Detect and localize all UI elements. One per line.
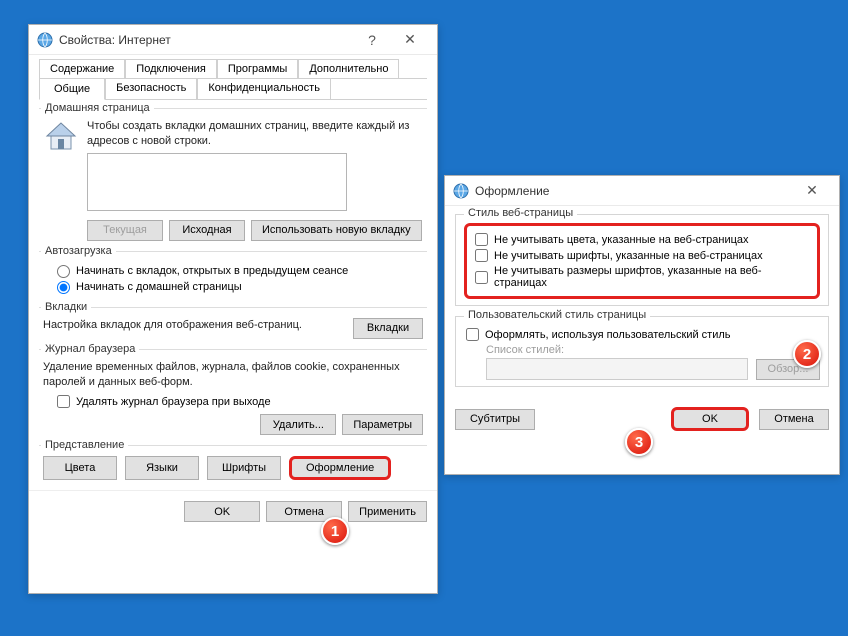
checkbox-ignore-colors[interactable] xyxy=(475,233,488,246)
languages-button[interactable]: Языки xyxy=(125,456,199,480)
tab-connections[interactable]: Подключения xyxy=(125,59,217,78)
fonts-button[interactable]: Шрифты xyxy=(207,456,281,480)
window-title: Оформление xyxy=(475,184,549,198)
history-delete-on-exit[interactable]: Удалять журнал браузера при выходе xyxy=(57,395,423,408)
tab-security[interactable]: Безопасность xyxy=(105,78,197,99)
history-delete-button[interactable]: Удалить... xyxy=(260,414,336,435)
marker-1: 1 xyxy=(321,517,349,545)
tabs-settings-button[interactable]: Вкладки xyxy=(353,318,423,339)
subtitles-button[interactable]: Субтитры xyxy=(455,409,535,430)
radio-homepage[interactable] xyxy=(57,281,70,294)
radio-lastsession[interactable] xyxy=(57,265,70,278)
close-button[interactable]: ✕ xyxy=(391,26,429,54)
use-user-style-row[interactable]: Оформлять, используя пользовательский ст… xyxy=(466,328,820,341)
checkbox-ignore-colors-label: Не учитывать цвета, указанные на веб-стр… xyxy=(494,234,749,246)
autoload-group: Автозагрузка Начинать с вкладок, открыты… xyxy=(39,251,427,299)
checkbox-delete-on-exit[interactable] xyxy=(57,395,70,408)
home-icon xyxy=(43,119,79,214)
style-list-input xyxy=(486,358,748,380)
checkbox-ignore-font-sizes[interactable] xyxy=(475,271,488,284)
tab-programs[interactable]: Программы xyxy=(217,59,298,78)
style-list-label: Список стилей: xyxy=(486,344,820,356)
homepage-group: Домашняя страница Чтобы создать вкладки … xyxy=(39,108,427,243)
ignore-font-sizes-row[interactable]: Не учитывать размеры шрифтов, указанные … xyxy=(475,265,811,289)
accessibility-button[interactable]: Оформление xyxy=(289,456,391,480)
ignore-colors-row[interactable]: Не учитывать цвета, указанные на веб-стр… xyxy=(475,233,811,246)
colors-button[interactable]: Цвета xyxy=(43,456,117,480)
homepage-newtab-button[interactable]: Использовать новую вкладку xyxy=(251,220,422,241)
tab-row-1: Содержание Подключения Программы Дополни… xyxy=(39,59,427,79)
titlebar: Свойства: Интернет ? ✕ xyxy=(29,25,437,55)
window-body: Содержание Подключения Программы Дополни… xyxy=(29,55,437,490)
radio-lastsession-label: Начинать с вкладок, открытых в предыдуще… xyxy=(76,265,348,277)
tabs-text: Настройка вкладок для отображения веб-ст… xyxy=(43,318,343,333)
checkbox-ignore-fonts-label: Не учитывать шрифты, указанные на веб-ст… xyxy=(494,250,763,262)
checkbox-ignore-font-sizes-label: Не учитывать размеры шрифтов, указанные … xyxy=(494,265,811,289)
dialog-footer: OK Отмена Применить xyxy=(29,490,437,532)
presentation-group: Представление Цвета Языки Шрифты Оформле… xyxy=(39,445,427,482)
tab-privacy[interactable]: Конфиденциальность xyxy=(197,78,331,99)
globe-icon xyxy=(37,32,53,48)
presentation-title: Представление xyxy=(41,439,128,451)
homepage-current-button[interactable]: Текущая xyxy=(87,220,163,241)
help-button[interactable]: ? xyxy=(353,26,391,54)
tabs-group: Вкладки Настройка вкладок для отображени… xyxy=(39,307,427,341)
autoload-radio-lastsession[interactable]: Начинать с вкладок, открытых в предыдуще… xyxy=(57,265,423,278)
homepage-default-button[interactable]: Исходная xyxy=(169,220,245,241)
tab-general[interactable]: Общие xyxy=(39,78,105,100)
titlebar: Оформление ✕ xyxy=(445,176,839,206)
checkbox-delete-on-exit-label: Удалять журнал браузера при выходе xyxy=(76,396,271,408)
history-text: Удаление временных файлов, журнала, файл… xyxy=(43,360,423,390)
tab-row-2: Общие Безопасность Конфиденциальность xyxy=(39,78,427,100)
checkbox-ignore-fonts[interactable] xyxy=(475,249,488,262)
user-style-fieldset: Пользовательский стиль страницы Оформлят… xyxy=(455,316,829,387)
history-title: Журнал браузера xyxy=(41,343,139,355)
ignore-fonts-row[interactable]: Не учитывать шрифты, указанные на веб-ст… xyxy=(475,249,811,262)
globe-icon xyxy=(453,183,469,199)
tabs-title: Вкладки xyxy=(41,301,91,313)
window-title: Свойства: Интернет xyxy=(59,33,171,47)
ok-button[interactable]: OK xyxy=(671,407,749,431)
accessibility-window: Оформление ✕ Стиль веб-страницы Не учиты… xyxy=(444,175,840,475)
cancel-button[interactable]: Отмена xyxy=(759,409,829,430)
marker-3: 3 xyxy=(625,428,653,456)
radio-homepage-label: Начинать с домашней страницы xyxy=(76,281,242,293)
window-body: Стиль веб-страницы Не учитывать цвета, у… xyxy=(445,206,839,395)
history-group: Журнал браузера Удаление временных файло… xyxy=(39,349,427,438)
page-style-legend: Стиль веб-страницы xyxy=(464,207,577,219)
autoload-title: Автозагрузка xyxy=(41,245,116,257)
homepage-url-input[interactable] xyxy=(87,153,347,211)
close-button[interactable]: ✕ xyxy=(793,177,831,205)
page-style-fieldset: Стиль веб-страницы Не учитывать цвета, у… xyxy=(455,214,829,306)
tab-content[interactable]: Содержание xyxy=(39,59,125,78)
checkbox-use-user-style[interactable] xyxy=(466,328,479,341)
marker-2: 2 xyxy=(793,340,821,368)
tab-advanced[interactable]: Дополнительно xyxy=(298,59,399,78)
internet-properties-window: Свойства: Интернет ? ✕ Содержание Подклю… xyxy=(28,24,438,594)
checkbox-use-user-style-label: Оформлять, используя пользовательский ст… xyxy=(485,329,731,341)
apply-button[interactable]: Применить xyxy=(348,501,427,522)
autoload-radio-homepage[interactable]: Начинать с домашней страницы xyxy=(57,281,423,294)
homepage-title: Домашняя страница xyxy=(41,102,154,114)
homepage-hint: Чтобы создать вкладки домашних страниц, … xyxy=(87,119,423,149)
history-settings-button[interactable]: Параметры xyxy=(342,414,423,435)
ok-button[interactable]: OK xyxy=(184,501,260,522)
user-style-legend: Пользовательский стиль страницы xyxy=(464,309,650,321)
